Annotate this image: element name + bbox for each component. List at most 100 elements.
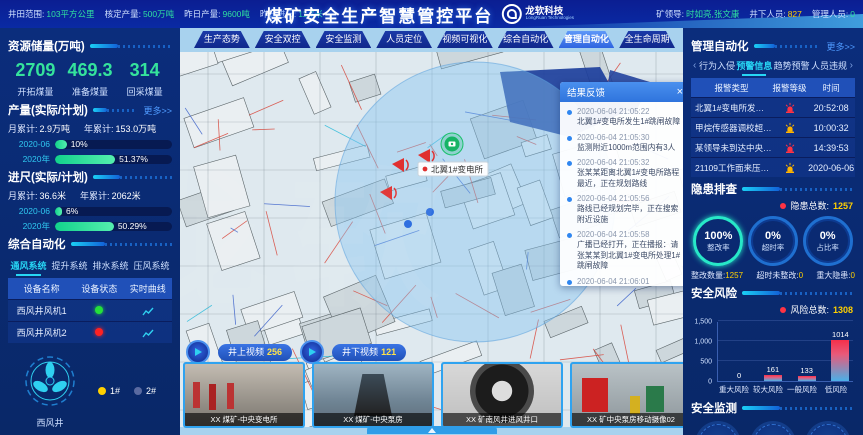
nav-tab-safety-monitor[interactable]: 安全监测 bbox=[316, 31, 372, 48]
donut-ratio-rate: 0%占比率 bbox=[803, 216, 853, 266]
nav-tab-personnel[interactable]: 人员定位 bbox=[376, 31, 432, 48]
video-thumbnail[interactable]: XX 煤矿-中央变电所 bbox=[183, 362, 305, 428]
top-header-bar: 井田范围:103平方公里 核定产量:500万吨 昨日产量:9600吨 昨日进尺:… bbox=[0, 0, 863, 28]
marker-label: 北翼1#变电所 bbox=[418, 162, 488, 176]
x-axis-labels: 重大风险 较大风险 一般风险 低风险 bbox=[717, 384, 853, 396]
nav-tab-integrated-automation[interactable]: 综合自动化 bbox=[498, 31, 554, 48]
substation-marker[interactable] bbox=[441, 133, 463, 155]
underground-video-button[interactable]: 井下视频121 bbox=[332, 344, 406, 361]
tab-hoisting[interactable]: 提升系统 bbox=[49, 256, 90, 275]
right-panel: 管理自动化 更多>> ‹ 行为入侵 预警信息 趋势预警 人员违规 › 报警类型 … bbox=[683, 28, 863, 435]
vendor-logo: 龙软科技 LongRuan Technologies bbox=[501, 4, 579, 24]
video-thumbnail[interactable]: XX 煤矿-中央泵房 bbox=[312, 362, 434, 428]
dashboard: 井田范围:103平方公里 核定产量:500万吨 昨日产量:9600吨 昨日进尺:… bbox=[0, 0, 863, 435]
tab-ventilation[interactable]: 通风系统 bbox=[8, 256, 49, 275]
fan-label: 西风井 bbox=[8, 416, 92, 429]
section-footage: 进尺(实际/计划) bbox=[8, 169, 172, 185]
management-more-link[interactable]: 更多>> bbox=[826, 40, 855, 53]
video-buttons: 井上视频256 井下视频121 bbox=[186, 340, 406, 364]
bar-major-risk: 0 bbox=[730, 381, 748, 382]
platform-brand: 煤矿安全生产智慧管控平台 龙软科技 LongRuan Technologies bbox=[265, 0, 579, 28]
underground-video-icon[interactable] bbox=[300, 340, 324, 364]
fan-icon bbox=[22, 353, 78, 409]
tab-behavior-intrusion[interactable]: 行为入侵 bbox=[698, 56, 735, 75]
curve-icon bbox=[142, 327, 154, 339]
tab-personnel-violation[interactable]: 人员违规 bbox=[810, 56, 847, 75]
table-row: 西风井风机1 bbox=[8, 300, 172, 322]
fan-selector: 1# 2# bbox=[98, 386, 156, 396]
nav-tab-lifecycle[interactable]: 全生命周期 bbox=[619, 31, 675, 48]
alarm-table: 报警类型 报警等级 时间 北翼1#变电所发生1#跳闸... 20:52:08 甲… bbox=[691, 78, 855, 177]
hidden-danger-donuts: 100%整改率 0%超时率 0%占比率 bbox=[691, 216, 855, 266]
risk-total: 风险总数: 1308 bbox=[691, 303, 853, 316]
svg-text:北翼1#变电所: 北翼1#变电所 bbox=[431, 165, 483, 175]
red-dot-icon bbox=[780, 203, 786, 209]
footage-progress-year: 2020年 50.29% bbox=[8, 220, 172, 232]
y-axis: 0 500 1,000 1,500 bbox=[691, 318, 715, 382]
surface-video-icon[interactable] bbox=[186, 340, 210, 364]
alarm-count: 报警数量:0 bbox=[753, 424, 793, 435]
collapse-handle[interactable] bbox=[367, 426, 497, 434]
fan-option-1[interactable]: 1# bbox=[98, 386, 120, 396]
video-strip: XX 煤矿-中央变电所 XX 煤矿-中央泵房 XX 矿南风井进风井口 XX 矿中… bbox=[183, 362, 692, 428]
tab-warning-info[interactable]: 预警信息 bbox=[736, 56, 773, 75]
footage-progress-month: 2020-06 6% bbox=[8, 206, 172, 216]
risk-bar-chart: 0 500 1,000 1,500 0 161 133 1014 重大风险 较大… bbox=[691, 318, 855, 396]
section-safety-monitor: 安全监测 bbox=[691, 400, 855, 416]
nav-tab-management-automation[interactable]: 管理自动化 bbox=[559, 31, 615, 48]
bar-general-risk: 133 bbox=[798, 376, 816, 381]
safety-monitor-items: 断电数量:0 报警数量:0 故障数量:0 bbox=[691, 424, 855, 435]
video-thumbnail[interactable]: XX 矿中央泵房移动摄像02 bbox=[570, 362, 692, 428]
tab-compressed-air[interactable]: 压风系统 bbox=[131, 256, 172, 275]
alarm-light-icon bbox=[784, 122, 796, 134]
section-output: 产量(实际/计划) 更多>> bbox=[8, 102, 172, 118]
reserves-values: 2709开拓煤量 469.3准备煤量 314回采煤量 bbox=[8, 60, 172, 98]
table-row[interactable]: 某领导未到达中央副泵房3-3... 14:39:53 bbox=[691, 138, 855, 158]
popup-header: 结果反馈 × bbox=[560, 82, 690, 102]
automation-tabs: 通风系统 提升系统 排水系统 压风系统 bbox=[8, 256, 172, 275]
fan-option-2[interactable]: 2# bbox=[134, 386, 156, 396]
alarm-light-icon bbox=[784, 162, 796, 174]
section-management-automation: 管理自动化 更多>> bbox=[691, 38, 855, 54]
feedback-entry: 2020-06-04 21:05:22北翼1#变电所发生1#跳闸故障 bbox=[567, 107, 683, 128]
feedback-entry: 2020-06-04 21:05:58广播已经打开，正在播报：请张某某到北翼1#… bbox=[567, 230, 683, 272]
output-more-link[interactable]: 更多>> bbox=[143, 104, 172, 117]
feedback-entry: 2020-06-04 21:05:32张某某距离北翼1#变电所路程最近，正在规划… bbox=[567, 158, 683, 189]
tab-drainage[interactable]: 排水系统 bbox=[90, 256, 131, 275]
main-nav-tabs: 生产态势 安全双控 安全监测 人员定位 视频可视化 综合自动化 管理自动化 全生… bbox=[194, 31, 675, 48]
output-progress-month: 2020-06 10% bbox=[8, 139, 172, 149]
power-cut-count: 断电数量:0 bbox=[698, 424, 738, 435]
surface-video-button[interactable]: 井上视频256 bbox=[218, 344, 292, 361]
nav-tab-dual-control[interactable]: 安全双控 bbox=[255, 31, 311, 48]
section-automation: 综合自动化 bbox=[8, 236, 172, 252]
tab-trend-warning[interactable]: 趋势预警 bbox=[773, 56, 810, 75]
alarm-light-icon bbox=[784, 102, 796, 114]
person-dot bbox=[426, 208, 434, 216]
hidden-danger-stats: 整改数量:1257 超时未整改:0 重大隐患:0 bbox=[691, 270, 855, 281]
video-thumbnail[interactable]: XX 矿南风井进风井口 bbox=[441, 362, 563, 428]
plot-area: 0 161 133 1014 bbox=[717, 322, 853, 382]
feedback-entry: 2020-06-04 21:06:01 bbox=[567, 277, 683, 286]
logo-swirl-icon bbox=[501, 4, 521, 24]
table-row[interactable]: 北翼1#变电所发生1#跳闸... 20:52:08 bbox=[691, 98, 855, 118]
output-progress-year: 2020年 51.37% bbox=[8, 153, 172, 165]
donut-rectify-rate: 100%整改率 bbox=[693, 216, 743, 266]
left-panel: 资源储量(万吨) 2709开拓煤量 469.3准备煤量 314回采煤量 产量(实… bbox=[0, 28, 180, 435]
map-area: 北翼1#变电所 生产态势 安全双控 安全监测 人员定位 视频可视化 综合自动化 … bbox=[180, 28, 683, 435]
table-row[interactable]: 21109工作面来压，预计... 2020-06-06 bbox=[691, 158, 855, 178]
chevron-right-icon[interactable]: › bbox=[848, 60, 855, 71]
personnel-stats-right: 矿领导:时如亮,张文康 井下人员:827 管理人员:0 bbox=[656, 8, 855, 20]
section-decoration bbox=[90, 44, 172, 49]
feedback-entry: 2020-06-04 21:05:56路线已经规划完毕，正在搜索附近设施 bbox=[567, 194, 683, 225]
nav-tab-video[interactable]: 视频可视化 bbox=[437, 31, 493, 48]
result-feedback-popup: 结果反馈 × 2020-06-04 21:05:22北翼1#变电所发生1#跳闸故… bbox=[560, 82, 690, 286]
nav-tab-production[interactable]: 生产态势 bbox=[194, 31, 250, 48]
fan-status: 西风井 1# 2# bbox=[8, 353, 172, 429]
table-row[interactable]: 甲烷传感器调校超期报警... 10:00:32 bbox=[691, 118, 855, 138]
chevron-left-icon[interactable]: ‹ bbox=[691, 60, 698, 71]
alarm-tabs: ‹ 行为入侵 预警信息 趋势预警 人员违规 › bbox=[691, 56, 855, 75]
feedback-entry: 2020-06-04 21:05:30监测附近1000m范围内有3人 bbox=[567, 133, 683, 154]
device-table: 设备名称 设备状态 实时曲线 西风井风机1 西风井风机2 bbox=[8, 278, 172, 343]
section-reserves: 资源储量(万吨) bbox=[8, 38, 172, 54]
section-hidden-danger: 隐患排查 bbox=[691, 181, 855, 197]
